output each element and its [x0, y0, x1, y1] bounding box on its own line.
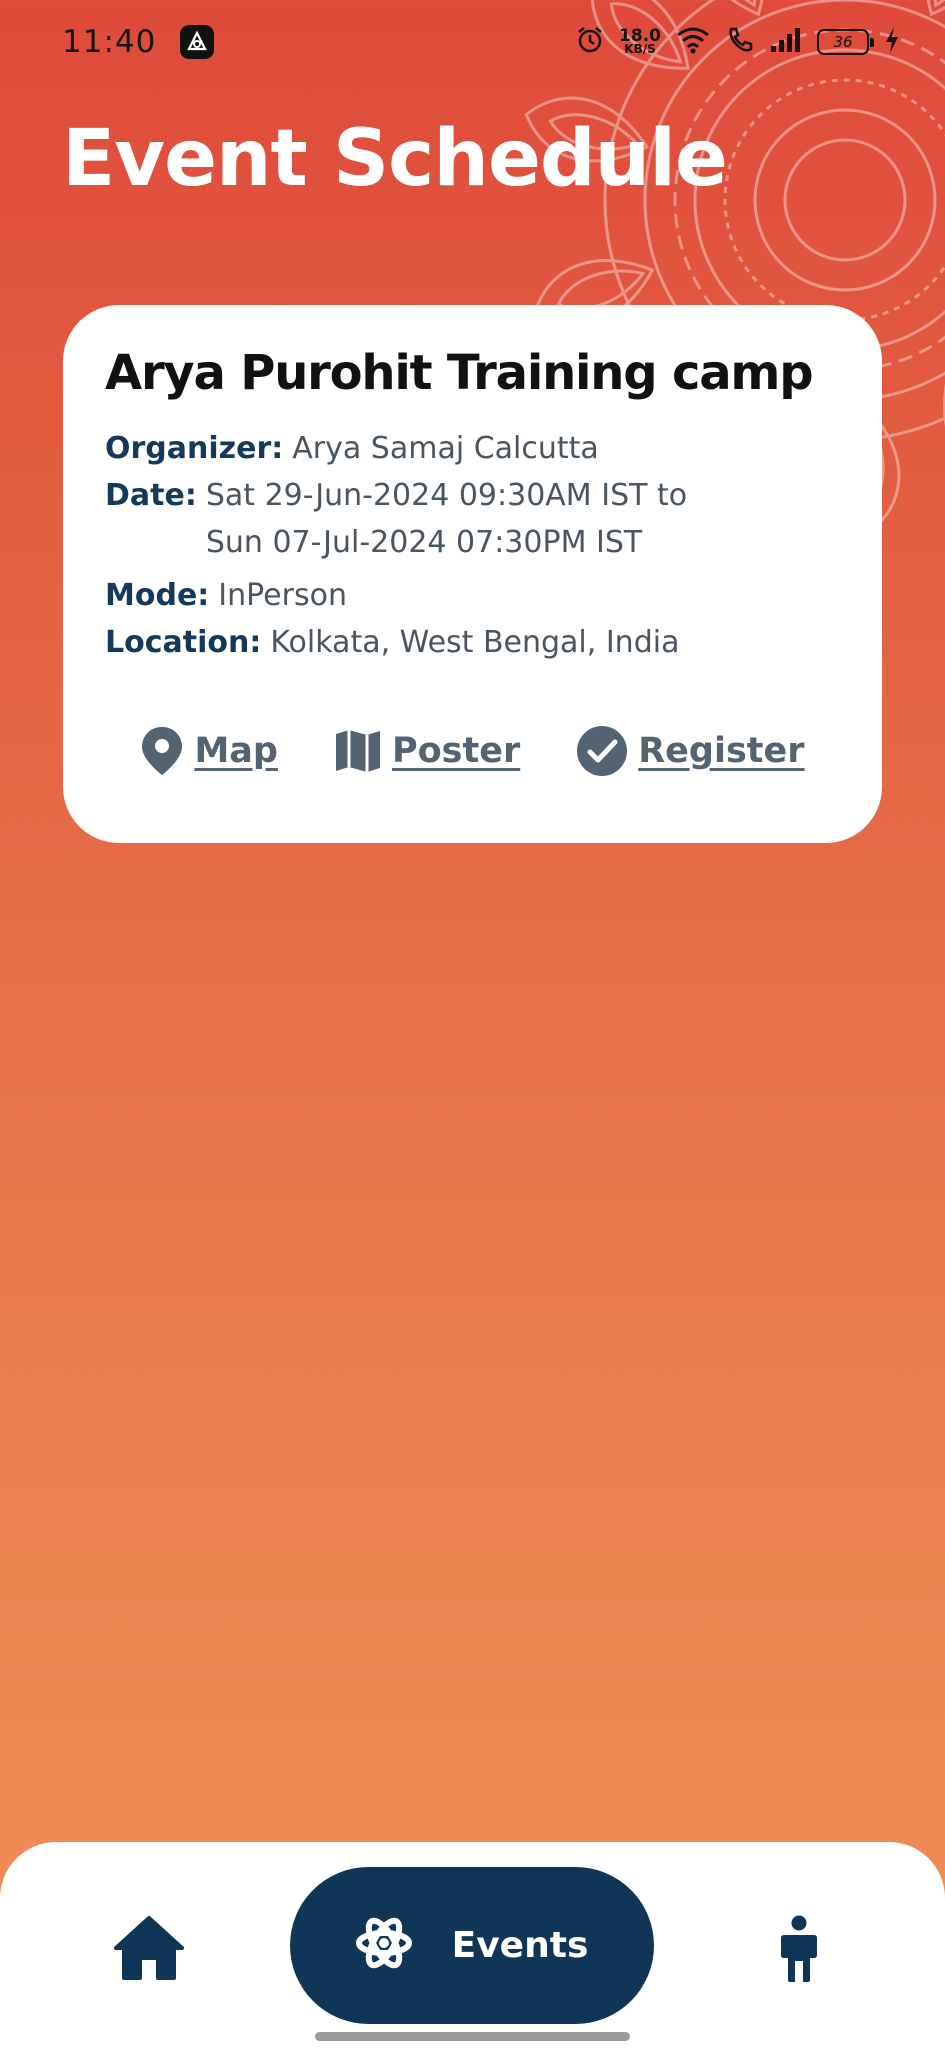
nav-home-button[interactable]	[112, 1914, 186, 1982]
home-indicator	[315, 2032, 630, 2041]
mode-label: Mode:	[105, 578, 210, 613]
organizer-row: Organizer: Arya Samaj Calcutta	[105, 425, 840, 472]
map-link-label: Map	[194, 731, 278, 771]
event-card: Arya Purohit Training camp Organizer: Ar…	[63, 305, 882, 843]
page-title: Event Schedule	[62, 114, 728, 204]
net-speed: 18.0 KB/S	[619, 26, 661, 57]
register-link[interactable]: Register	[576, 725, 805, 777]
status-bar: 11:40 18.0 KB/S 36	[0, 0, 945, 84]
folded-map-icon	[334, 728, 382, 774]
battery-icon: 36	[817, 29, 874, 55]
person-icon	[776, 1915, 822, 1987]
poster-link[interactable]: Poster	[334, 725, 520, 777]
bottom-nav: Events	[0, 1842, 945, 2048]
date-row: Date: Sat 29-Jun-2024 09:30AM IST to Sun…	[105, 472, 840, 566]
mode-row: Mode: InPerson	[105, 572, 840, 619]
map-link[interactable]: Map	[140, 725, 278, 777]
signal-icon	[769, 26, 803, 59]
status-time: 11:40	[62, 24, 157, 60]
date-end: Sun 07-Jul-2024 07:30PM IST	[205, 525, 643, 560]
date-start: Sat 29-Jun-2024 09:30AM IST to	[205, 478, 688, 513]
map-pin-icon	[140, 725, 184, 777]
wifi-icon	[675, 25, 711, 60]
register-link-label: Register	[638, 731, 805, 771]
card-actions: Map Poster Register	[63, 725, 882, 777]
wifi-call-icon	[725, 25, 755, 60]
app-notification-icon	[180, 25, 215, 59]
check-circle-icon	[576, 725, 628, 777]
poster-link-label: Poster	[391, 731, 521, 771]
location-label: Location:	[105, 625, 262, 660]
organizer-value: Arya Samaj Calcutta	[292, 431, 599, 466]
nav-profile-button[interactable]	[776, 1915, 822, 1983]
nav-events-label: Events	[451, 1925, 589, 1966]
home-icon	[112, 1916, 186, 1986]
mode-value: InPerson	[218, 578, 347, 613]
event-title: Arya Purohit Training camp	[105, 345, 814, 401]
battery-level: 36	[833, 33, 853, 51]
atom-icon	[355, 1913, 412, 1978]
alarm-icon	[575, 25, 605, 60]
location-row: Location: Kolkata, West Bengal, India	[105, 619, 840, 666]
date-label: Date:	[105, 478, 197, 513]
charging-icon	[883, 25, 901, 60]
nav-events-button[interactable]: Events	[290, 1867, 654, 2024]
organizer-label: Organizer:	[105, 431, 284, 466]
location-value: Kolkata, West Bengal, India	[270, 625, 680, 660]
